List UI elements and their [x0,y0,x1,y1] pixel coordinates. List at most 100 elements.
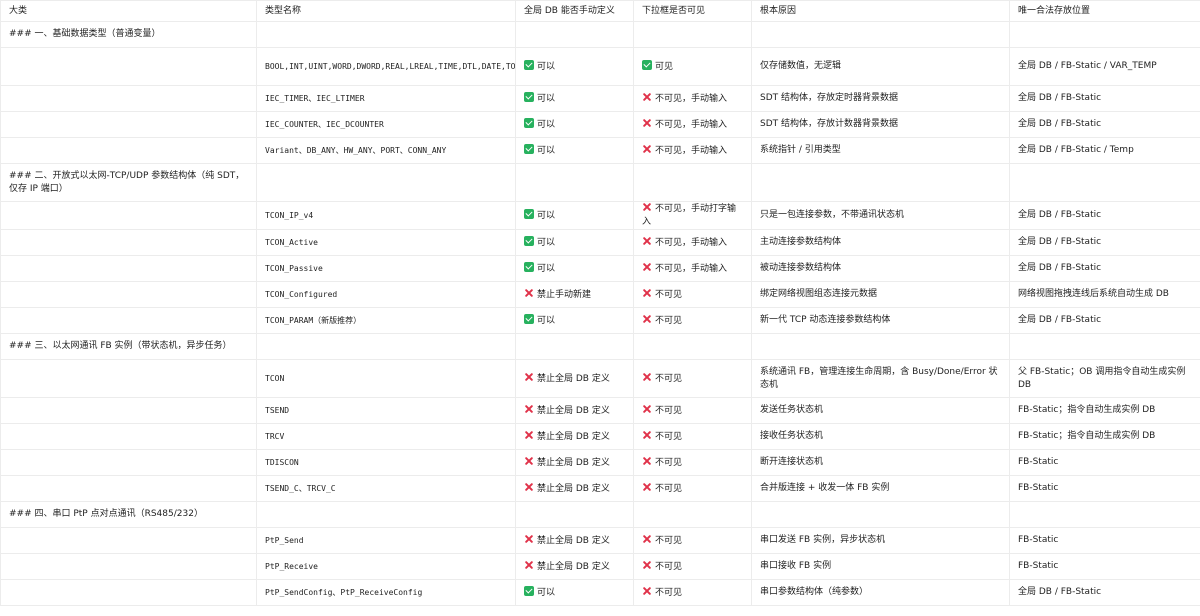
table-row: PtP_Send 禁止全局 DB 定义 不可见 串口发送 FB 实例，异步状态机 FB-… [0,527,1200,554]
global-db-cell-text: 可以 [537,93,556,104]
empty-cell [751,163,1010,202]
green-check-icon [524,91,534,102]
red-cross-icon [642,314,652,324]
storage-location-cell: FB-Static [1009,527,1200,554]
storage-location-cell: 全局 DB / FB-Static [1009,201,1200,230]
root-cause-cell: 绑定网络视图组态连接元数据 [751,281,1010,308]
global-db-cell-text: 可以 [537,119,556,130]
global-db-cell: 禁止全局 DB 定义 [515,423,634,450]
table-row: TCON_IP_v4 可以 不可见，手动打字输入 只是一包连接参数，不带通讯状态机 全局… [0,201,1200,230]
global-db-cell-text: 可以 [537,263,556,274]
root-cause-cell: SDT 结构体，存放定时器背景数据 [751,85,1010,112]
red-cross-icon [642,203,652,213]
red-cross-icon [642,430,652,440]
category-cell [0,201,257,230]
type-name-cell: TSEND_C、TRCV_C [256,475,516,502]
table-row: PtP_SendConfig、PtP_ReceiveConfig 可以 不可见 串口参… [0,579,1200,606]
global-db-cell-text: 禁止手动新建 [537,289,592,300]
section-row: ### 四、串口 PtP 点对点通讯（RS485/232） [0,501,1200,528]
category-cell [0,111,257,138]
green-check-icon [524,235,534,246]
dropdown-cell-text: 不可见，手动输入 [655,145,728,156]
red-cross-icon [642,262,652,272]
global-db-cell: 可以 [515,201,634,230]
storage-location-cell: 全局 DB / FB-Static [1009,85,1200,112]
root-cause-cell: 断开连接状态机 [751,449,1010,476]
empty-cell [633,21,752,48]
empty-cell [751,21,1010,48]
empty-cell [751,501,1010,528]
dropdown-cell-text: 不可见 [655,457,683,468]
type-name-cell: TRCV [256,423,516,450]
dropdown-cell-text: 不可见，手动输入 [655,93,728,104]
global-db-cell-text: 可以 [537,145,556,156]
dropdown-cell: 不可见，手动打字输入 [633,201,752,230]
table-header: 大类 类型名称 全局 DB 能否手动定义 下拉框是否可见 根本原因 唯一合法存放… [0,0,1200,22]
dropdown-cell: 不可见，手动输入 [633,85,752,112]
empty-cell [256,501,516,528]
category-cell [0,255,257,282]
type-name-cell: TCON_Active [256,229,516,256]
storage-location-cell: 全局 DB / FB-Static [1009,307,1200,334]
category-cell [0,397,257,424]
dropdown-cell-text: 不可见 [655,289,683,300]
category-cell [0,527,257,554]
category-cell [0,579,257,606]
dropdown-cell-text: 可见 [655,61,674,72]
storage-location-cell: 全局 DB / FB-Static [1009,111,1200,138]
empty-cell [515,501,634,528]
global-db-cell-text: 可以 [537,61,556,72]
header-dropdown-visible: 下拉框是否可见 [633,0,752,22]
global-db-cell: 禁止全局 DB 定义 [515,475,634,502]
storage-location-cell: FB-Static [1009,449,1200,476]
empty-cell [751,333,1010,360]
storage-location-cell: 全局 DB / FB-Static [1009,229,1200,256]
global-db-cell: 禁止全局 DB 定义 [515,359,634,398]
green-check-icon [524,585,534,596]
table-row: Variant、DB_ANY、HW_ANY、PORT、CONN_ANY 可以 不可见… [0,137,1200,164]
root-cause-cell: 系统通讯 FB，管理连接生命周期，含 Busy/Done/Error 状态机 [751,359,1010,398]
dropdown-cell-text: 不可见 [655,405,683,416]
section-title: ### 一、基础数据类型（普通变量） [0,21,257,48]
storage-location-cell: FB-Static [1009,475,1200,502]
dropdown-cell: 不可见 [633,307,752,334]
type-name-cell: TCON_Configured [256,281,516,308]
red-cross-icon [642,288,652,298]
dropdown-cell-text: 不可见 [655,483,683,494]
storage-location-cell: 全局 DB / FB-Static / Temp [1009,137,1200,164]
table-row: TCON_Configured 禁止手动新建 不可见 绑定网络视图组态连接元数据 网络视… [0,281,1200,308]
dropdown-cell-text: 不可见 [655,431,683,442]
red-cross-icon [642,482,652,492]
empty-cell [1009,21,1200,48]
red-cross-icon [642,236,652,246]
red-cross-icon [642,118,652,128]
dropdown-cell: 不可见 [633,475,752,502]
dropdown-cell-text: 不可见，手动输入 [655,237,728,248]
dropdown-cell-text: 不可见，手动输入 [655,263,728,274]
dropdown-cell: 不可见，手动输入 [633,255,752,282]
global-db-cell: 禁止全局 DB 定义 [515,527,634,554]
storage-location-cell: FB-Static [1009,553,1200,580]
root-cause-cell: 新一代 TCP 动态连接参数结构体 [751,307,1010,334]
green-check-icon [524,313,534,324]
table-row: TCON_Passive 可以 不可见，手动输入 被动连接参数结构体 全局 DB / F… [0,255,1200,282]
red-cross-icon [642,560,652,570]
green-check-icon [524,117,534,128]
empty-cell [515,163,634,202]
header-row: 大类 类型名称 全局 DB 能否手动定义 下拉框是否可见 根本原因 唯一合法存放… [0,0,1200,22]
type-name-cell: TDISCON [256,449,516,476]
empty-cell [256,21,516,48]
empty-cell [1009,333,1200,360]
category-cell [0,85,257,112]
table-row: IEC_COUNTER、IEC_DCOUNTER 可以 不可见，手动输入 SDT 结构… [0,111,1200,138]
red-cross-icon [524,482,534,492]
empty-cell [1009,163,1200,202]
dropdown-cell: 不可见，手动输入 [633,111,752,138]
section-title: ### 四、串口 PtP 点对点通讯（RS485/232） [0,501,257,528]
table-row: TSEND 禁止全局 DB 定义 不可见 发送任务状态机 FB-Static；指令自动生… [0,397,1200,424]
type-name-cell: IEC_TIMER、IEC_LTIMER [256,85,516,112]
header-category: 大类 [0,0,257,22]
category-cell [0,475,257,502]
global-db-cell-text: 禁止全局 DB 定义 [537,457,610,468]
section-row: ### 二、开放式以太网-TCP/UDP 参数结构体（纯 SDT，仅存 IP 端… [0,163,1200,202]
